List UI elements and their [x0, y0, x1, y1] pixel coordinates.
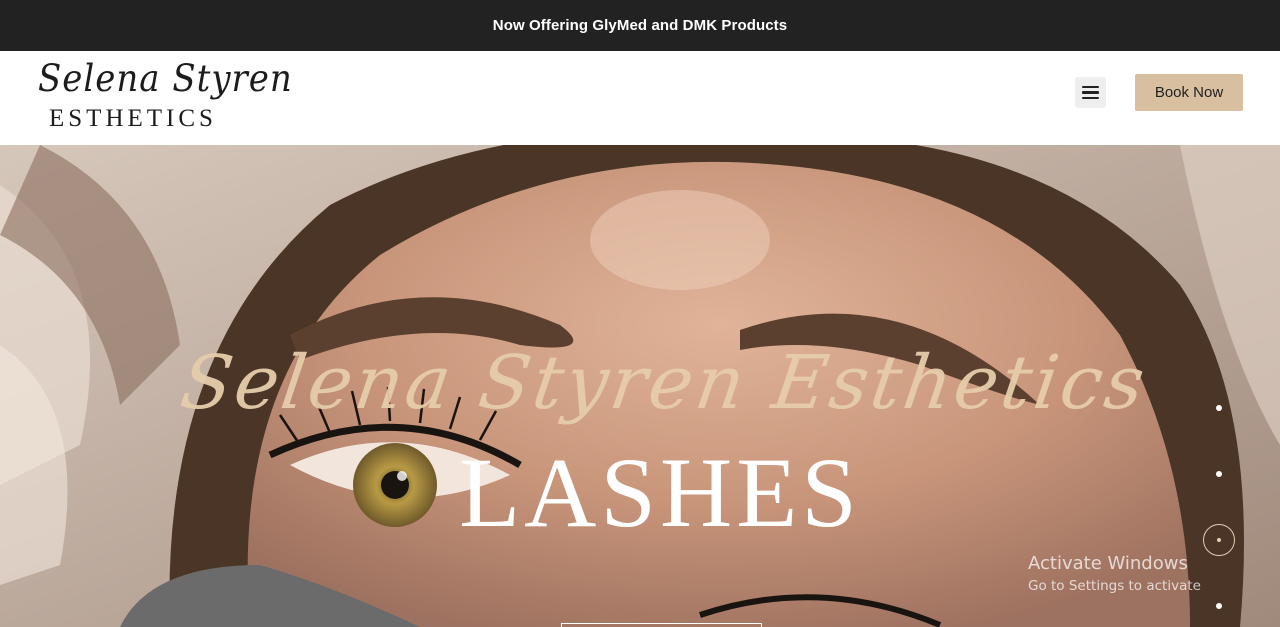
hero-cta-button[interactable] [561, 623, 762, 627]
logo-wordmark: ESTHETICS [49, 105, 217, 132]
menu-toggle-button[interactable] [1075, 77, 1106, 108]
activate-windows-watermark: Activate Windows Go to Settings to activ… [1028, 553, 1201, 594]
announcement-bar: Now Offering GlyMed and DMK Products [0, 0, 1280, 51]
site-header: Selena Styren ESTHETICS Book Now [0, 51, 1280, 145]
hamburger-menu-icon [1082, 85, 1099, 89]
slide-dot-3-active[interactable] [1203, 524, 1235, 556]
hero-script-title: Selena Styren Esthetics [175, 340, 1153, 426]
announcement-text: Now Offering GlyMed and DMK Products [492, 17, 788, 34]
book-now-button[interactable]: Book Now [1135, 74, 1243, 111]
hero-slider: Selena Styren Esthetics LASHES Activate … [0, 145, 1280, 627]
slider-pagination [1200, 395, 1240, 627]
slide-dot-2[interactable] [1216, 471, 1222, 477]
logo-script: Selena Styren [38, 57, 293, 101]
site-logo[interactable]: Selena Styren ESTHETICS [38, 57, 292, 141]
watermark-subtitle: Go to Settings to activate [1028, 578, 1201, 594]
watermark-title: Activate Windows [1028, 553, 1188, 574]
slide-dot-1[interactable] [1216, 405, 1222, 411]
slide-dot-4[interactable] [1216, 603, 1222, 609]
hero-title: LASHES [459, 437, 861, 548]
